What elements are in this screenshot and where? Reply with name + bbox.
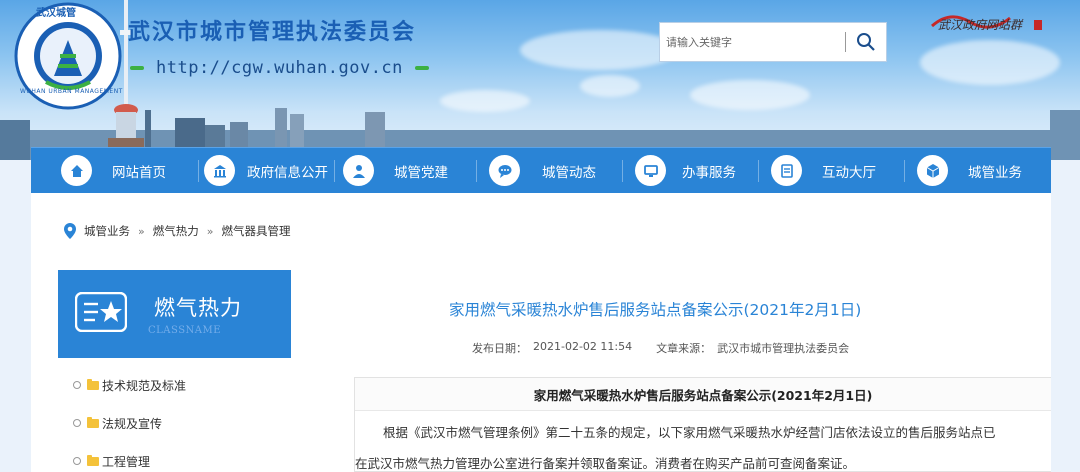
- nav-item-gov-info[interactable]: 政府信息公开: [204, 148, 328, 193]
- source-label: 文章来源：: [656, 342, 712, 355]
- breadcrumb-item[interactable]: 燃气热力: [153, 223, 199, 239]
- list-icon: [771, 155, 802, 186]
- search-box: [659, 22, 887, 62]
- location-pin-icon: [64, 223, 76, 239]
- logo-english: WUHAN URBAN MANAGEMENT: [20, 88, 123, 95]
- article-body: 家用燃气采暖热水炉售后服务站点备案公示(2021年2月1日) 根据《武汉市燃气管…: [354, 377, 1051, 472]
- nav-separator: [904, 159, 905, 182]
- sidebar-item-label: 法规及宣传: [102, 416, 163, 431]
- article-title: 家用燃气采暖热水炉售后服务站点备案公示(2021年2月1日): [449, 301, 862, 319]
- chat-icon: [489, 155, 520, 186]
- folder-icon: [87, 416, 99, 428]
- breadcrumb-separator: »: [138, 224, 145, 238]
- breadcrumb-item[interactable]: 燃气器具管理: [221, 223, 290, 239]
- nav-label: 网站首页: [112, 164, 166, 181]
- sidebar-list: 技术规范及标准 法规及宣传 工程管理: [73, 366, 186, 472]
- header-banner: 武汉城管 WUHAN URBAN MANAGEMENT 武汉市城市管理执法委员会…: [0, 0, 1080, 160]
- search-input[interactable]: [660, 23, 845, 61]
- sidebar-category-card: 燃气热力 CLASSNAME: [58, 270, 291, 358]
- search-icon: [857, 33, 875, 51]
- site-name: 武汉市城市管理执法委员会: [128, 19, 417, 45]
- nav-item-party[interactable]: 城管党建: [343, 148, 448, 193]
- article-paragraph: 根据《武汉市燃气管理条例》第二十五条的规定，以下家用燃气采暖热水炉经营门店依法设…: [383, 425, 996, 440]
- breadcrumb-item[interactable]: 城管业务: [84, 223, 130, 239]
- main-nav: 网站首页 政府信息公开 城管党建 城管动态 办事服务 互动大厅 城管业务: [31, 147, 1051, 193]
- person-icon: [343, 155, 374, 186]
- article-subtitle: 家用燃气采暖热水炉售后服务站点备案公示(2021年2月1日): [355, 378, 1051, 411]
- nav-item-services[interactable]: 办事服务: [635, 148, 736, 193]
- nav-separator: [758, 159, 759, 182]
- bullet-icon: [73, 381, 81, 389]
- nav-label: 城管动态: [542, 164, 596, 181]
- nav-label: 政府信息公开: [247, 164, 328, 181]
- site-url[interactable]: http://cgw.wuhan.gov.cn: [156, 58, 403, 78]
- folder-icon: [87, 454, 99, 466]
- article-source: 武汉市城市管理执法委员会: [717, 342, 850, 355]
- nav-label: 办事服务: [682, 164, 736, 181]
- gov-wordmark[interactable]: 武汉政府网站群: [930, 4, 1050, 44]
- bullet-icon: [73, 419, 81, 427]
- nav-separator: [622, 159, 623, 182]
- building-icon: [204, 155, 235, 186]
- search-button[interactable]: [846, 23, 886, 61]
- wordmark-text: 武汉政府网站群: [938, 18, 1023, 32]
- article-meta: 发布日期： 2021-02-02 11:54 文章来源： 武汉市城市管理执法委员…: [472, 340, 849, 356]
- url-dash-right: [414, 66, 429, 70]
- nav-separator: [334, 159, 335, 182]
- sidebar-item-engineering[interactable]: 工程管理: [73, 442, 186, 472]
- url-dash-left: [130, 66, 144, 70]
- article-paragraph: 在武汉市燃气热力管理办公室进行备案并领取备案证。消费者在购买产品前可查阅备案证。: [355, 456, 856, 471]
- nav-item-interaction[interactable]: 互动大厅: [771, 148, 876, 193]
- nav-item-business[interactable]: 城管业务: [917, 148, 1022, 193]
- bullet-icon: [73, 457, 81, 465]
- publish-date: 2021-02-02 11:54: [533, 340, 633, 353]
- sidebar-subtitle: CLASSNAME: [148, 325, 222, 336]
- folder-icon: [87, 378, 99, 390]
- sidebar-item-regulations[interactable]: 法规及宣传: [73, 404, 186, 442]
- breadcrumb-separator: »: [206, 224, 214, 238]
- sidebar-item-label: 工程管理: [102, 454, 151, 469]
- monitor-icon: [635, 155, 666, 186]
- logo-text: 武汉城管: [36, 8, 76, 19]
- nav-item-home[interactable]: 网站首页: [61, 148, 166, 193]
- sidebar-item-label: 技术规范及标准: [102, 378, 187, 393]
- sidebar-item-tech-standards[interactable]: 技术规范及标准: [73, 366, 186, 404]
- nav-label: 互动大厅: [822, 164, 876, 181]
- nav-separator: [476, 159, 477, 182]
- site-url-row: http://cgw.wuhan.gov.cn: [130, 58, 429, 78]
- breadcrumb: 城管业务 » 燃气热力 » 燃气器具管理: [64, 223, 290, 239]
- nav-label: 城管业务: [968, 164, 1022, 181]
- nav-item-news[interactable]: 城管动态: [489, 148, 596, 193]
- home-icon: [61, 155, 92, 186]
- cube-icon: [917, 155, 948, 186]
- nav-label: 城管党建: [394, 164, 448, 181]
- id-card-icon: [75, 292, 127, 332]
- nav-separator: [198, 159, 199, 182]
- sidebar-title: 燃气热力: [154, 296, 242, 320]
- date-label: 发布日期：: [472, 342, 527, 355]
- content-area: 城管业务 » 燃气热力 » 燃气器具管理 燃气热力 CLASSNAME 技术规范…: [31, 193, 1051, 472]
